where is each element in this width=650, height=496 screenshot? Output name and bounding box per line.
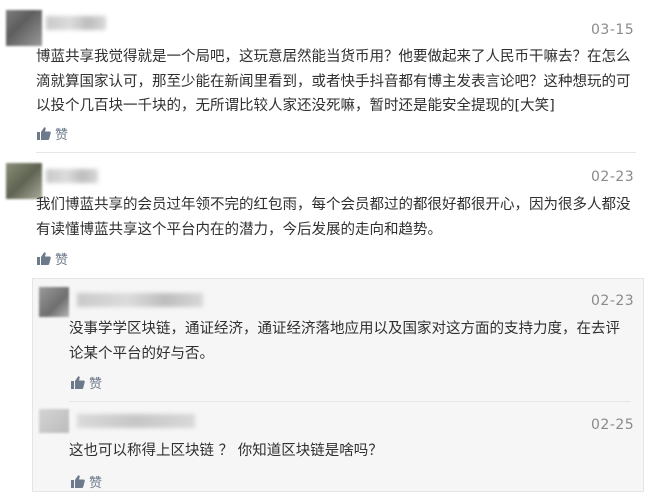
reply-date: 02-23	[591, 293, 635, 309]
avatar[interactable]	[6, 10, 42, 46]
avatar[interactable]	[39, 287, 69, 317]
like-button[interactable]: 赞	[71, 373, 102, 392]
username[interactable]	[77, 293, 203, 307]
like-label: 赞	[55, 128, 69, 143]
comment-date: 02-23	[591, 169, 635, 185]
thumbs-up-icon	[71, 475, 85, 488]
thumbs-up-icon	[37, 127, 51, 140]
avatar[interactable]	[39, 409, 69, 433]
like-button[interactable]: 赞	[37, 124, 68, 143]
username[interactable]	[46, 169, 98, 183]
divider	[69, 401, 631, 402]
reply-text: 没事学学区块链，通证经济，通证经济落地应用以及国家对这方面的支持力度，在去评论某…	[69, 321, 620, 362]
like-button[interactable]: 赞	[37, 249, 68, 268]
reply-text: 这也可以称得上区块链 ？ 你知道区块链是啥吗？	[69, 443, 383, 459]
like-button[interactable]: 赞	[71, 472, 102, 491]
comment-text: 博蓝共享我觉得就是一个局吧，这玩意居然能当货币用？他要做起来了人民币干嘛去？在怎…	[36, 49, 631, 114]
like-label: 赞	[55, 253, 69, 268]
thumbs-up-icon	[71, 376, 85, 389]
reply-date: 02-25	[591, 417, 635, 433]
comment-date: 03-15	[591, 22, 635, 38]
replies-panel: 02-23 没事学学区块链，通证经济，通证经济落地应用以及国家对这方面的支持力度…	[32, 278, 644, 492]
like-label: 赞	[89, 476, 103, 491]
username[interactable]	[77, 414, 195, 428]
comment-item: 03-15 博蓝共享我觉得就是一个局吧，这玩意居然能当货币用？他要做起来了人民币…	[0, 0, 650, 150]
like-label: 赞	[89, 377, 103, 392]
username[interactable]	[46, 16, 106, 30]
comment-item: 02-23 我们博蓝共享的会员过年领不完的红包雨，每个会员都过的都很好都很开心，…	[0, 153, 650, 278]
comment-text: 我们博蓝共享的会员过年领不完的红包雨，每个会员都过的都很好都很开心，因为很多人都…	[36, 197, 631, 238]
thumbs-up-icon	[37, 252, 51, 265]
